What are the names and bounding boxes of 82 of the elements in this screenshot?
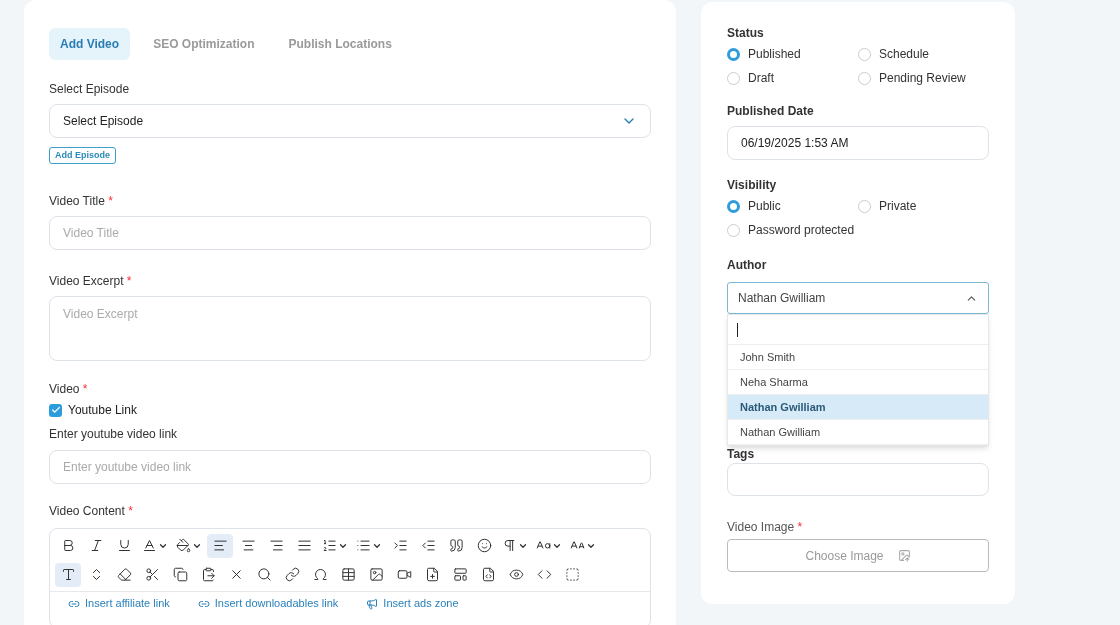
field-label: Video Content * bbox=[49, 504, 134, 518]
align-right-icon bbox=[268, 538, 284, 553]
text-color-icon bbox=[142, 538, 157, 553]
dashed-square-icon bbox=[564, 567, 580, 582]
dropdown-option[interactable]: Nathan Gwilliam bbox=[728, 395, 988, 420]
outdent-icon bbox=[420, 538, 436, 553]
paste-icon bbox=[200, 567, 216, 582]
indent-icon bbox=[392, 538, 408, 553]
radio-label: Password protected bbox=[748, 222, 855, 239]
section-label: Tags bbox=[727, 447, 756, 461]
input-field[interactable]: Video Title bbox=[49, 216, 651, 250]
italic-icon bbox=[88, 538, 104, 553]
radio-label: Schedule bbox=[879, 46, 930, 63]
input-field[interactable]: Enter youtube video link bbox=[49, 450, 651, 484]
field-label: Video Excerpt * bbox=[49, 274, 133, 288]
quote-icon bbox=[448, 538, 464, 553]
insert-link[interactable]: Insert affiliate link bbox=[68, 597, 170, 610]
align-left-button[interactable] bbox=[207, 533, 233, 558]
omega-icon bbox=[312, 567, 328, 582]
align-left-icon bbox=[212, 538, 228, 553]
section-label: Author bbox=[727, 258, 768, 272]
dropdown-option[interactable]: Nathan Gwilliam bbox=[728, 420, 988, 445]
upload-icon bbox=[897, 549, 911, 562]
episode-select[interactable]: Select Episode bbox=[49, 104, 651, 138]
video-camera-icon bbox=[396, 567, 412, 582]
field-label: Video Title * bbox=[49, 194, 114, 208]
tab[interactable]: Add Video bbox=[49, 28, 131, 60]
tags-field[interactable] bbox=[727, 463, 989, 496]
eye-icon bbox=[508, 567, 524, 582]
code-icon bbox=[536, 567, 552, 582]
megaphone-icon bbox=[366, 597, 379, 610]
tab[interactable]: SEO Optimization bbox=[142, 28, 266, 60]
link-icon bbox=[284, 567, 300, 582]
section-label: Visibility bbox=[727, 178, 778, 192]
field-label: Enter youtube video link bbox=[49, 427, 179, 441]
image-icon bbox=[368, 567, 384, 582]
radio-label: Draft bbox=[748, 70, 774, 87]
radio-label: Published bbox=[748, 46, 801, 63]
choose-image-button[interactable]: Choose Image bbox=[727, 539, 989, 572]
add-text-button[interactable] bbox=[55, 562, 81, 587]
author-select[interactable]: Nathan Gwilliam bbox=[727, 282, 989, 314]
align-justify-icon bbox=[296, 538, 312, 553]
align-center-icon bbox=[240, 538, 256, 553]
smiley-icon bbox=[476, 538, 492, 553]
radio-button[interactable] bbox=[727, 71, 740, 85]
add-text-icon bbox=[60, 567, 76, 582]
radio-button[interactable] bbox=[727, 199, 740, 213]
add-episode-button[interactable]: Add Episode bbox=[49, 147, 116, 164]
insert-link[interactable]: Insert ads zone bbox=[366, 597, 459, 610]
checkbox-label: Youtube Link bbox=[68, 402, 137, 419]
textarea-field[interactable]: Video Excerpt bbox=[49, 296, 651, 361]
radio-button[interactable] bbox=[727, 223, 740, 237]
file-plus-icon bbox=[424, 567, 440, 582]
checkbox[interactable] bbox=[49, 403, 62, 417]
paint-bucket-icon bbox=[176, 538, 191, 553]
numbered-list-icon bbox=[322, 538, 337, 553]
file-code-icon bbox=[480, 567, 496, 582]
pilcrow-icon bbox=[502, 538, 517, 553]
radio-label: Private bbox=[879, 198, 917, 215]
radio-button[interactable] bbox=[858, 47, 871, 61]
search-icon bbox=[256, 567, 272, 582]
underline-icon bbox=[116, 538, 132, 553]
bullet-list-icon bbox=[356, 538, 371, 553]
copy-icon bbox=[172, 567, 188, 582]
scissors-icon bbox=[144, 567, 160, 582]
tab[interactable]: Publish Locations bbox=[277, 28, 403, 60]
section-label: Status bbox=[727, 26, 765, 40]
date-field[interactable]: 06/19/2025 1:53 AM bbox=[727, 126, 989, 160]
radio-label: Public bbox=[748, 198, 781, 215]
field-label: Video Image * bbox=[727, 520, 804, 534]
template-icon bbox=[452, 567, 468, 582]
radio-label: Pending Review bbox=[879, 70, 966, 87]
radio-button[interactable] bbox=[727, 47, 740, 61]
insert-link[interactable]: Insert downloadables link bbox=[197, 597, 339, 610]
radio-button[interactable] bbox=[858, 199, 871, 213]
eraser-icon bbox=[116, 567, 132, 582]
field-label: Video * bbox=[49, 382, 89, 396]
section-label: Published Date bbox=[727, 104, 815, 118]
radio-button[interactable] bbox=[858, 71, 871, 85]
dropdown-option[interactable]: John Smith bbox=[728, 345, 988, 370]
table-icon bbox=[340, 567, 356, 582]
field-label: Select Episode bbox=[49, 82, 131, 96]
